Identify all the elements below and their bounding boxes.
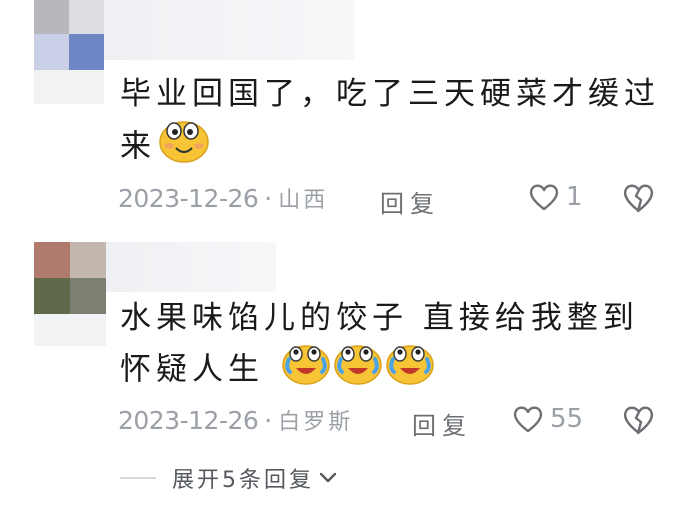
dislike-button[interactable] (622, 182, 656, 218)
comment-text: 毕业回国了，吃了三天硬菜才缓过 来 (120, 70, 660, 178)
expand-replies-button[interactable]: 展开5条回复 (120, 462, 338, 494)
comment-text: 水果味馅儿的饺子 直接给我整到 怀疑人生 (120, 294, 660, 400)
broken-heart-icon (623, 406, 654, 435)
comment-location: 白罗斯 (278, 410, 354, 435)
like-button[interactable]: 55 (512, 404, 583, 434)
comment-meta: 2023-12-26 · 白罗斯 (118, 405, 354, 436)
cry-laugh-emoji-icon (385, 342, 435, 400)
heart-icon (513, 406, 543, 433)
expand-replies-label: 展开5条回复 (172, 468, 314, 493)
chevron-down-icon (319, 472, 337, 483)
like-button[interactable]: 1 (528, 182, 583, 212)
comment-location: 山西 (278, 188, 329, 213)
broken-heart-icon (623, 184, 654, 213)
smile-emoji-icon (158, 118, 210, 178)
avatar[interactable] (34, 0, 104, 104)
like-count: 1 (566, 182, 583, 212)
like-count: 55 (550, 404, 584, 434)
cry-laugh-emoji-icon (333, 342, 383, 400)
reply-button[interactable]: 回复 (412, 406, 472, 441)
dislike-button[interactable] (622, 404, 656, 440)
username[interactable] (104, 0, 354, 60)
heart-icon (529, 184, 559, 211)
comment-meta: 2023-12-26 · 山西 (118, 183, 329, 214)
cry-laugh-emoji-icon (281, 342, 331, 400)
divider (120, 477, 156, 479)
comment-date: 2023-12-26 (118, 183, 259, 213)
reply-button[interactable]: 回复 (380, 184, 440, 219)
comment-date: 2023-12-26 (118, 405, 259, 435)
username[interactable] (106, 242, 276, 292)
avatar[interactable] (34, 242, 106, 346)
